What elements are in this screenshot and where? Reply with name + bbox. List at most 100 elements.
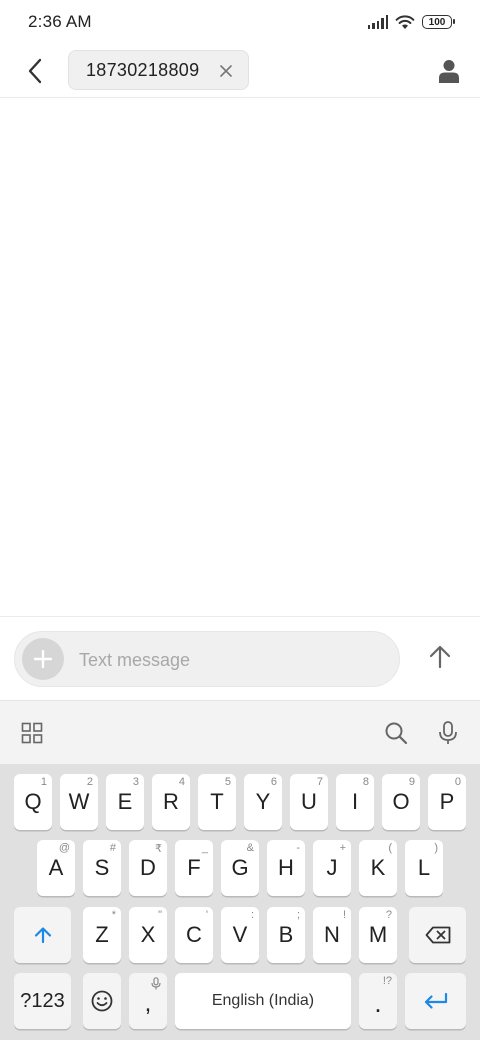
key-x[interactable]: " X [129, 907, 167, 963]
contacts-button[interactable] [432, 54, 466, 88]
key-d[interactable]: ₹ D [129, 840, 167, 896]
recipient-chip[interactable]: 18730218809 [68, 50, 249, 90]
key-e[interactable]: 3E [106, 774, 144, 830]
key-k[interactable]: (K [359, 840, 397, 896]
key-b[interactable]: ; B [267, 907, 305, 963]
key-hint: ? [385, 909, 392, 921]
compose-field [14, 631, 400, 687]
space-key[interactable]: English (India) [175, 973, 351, 1029]
key-f[interactable]: _ F [175, 840, 213, 896]
key-v[interactable]: :V [221, 907, 259, 963]
enter-key[interactable] [405, 973, 466, 1029]
battery-icon: 100 [422, 15, 455, 29]
key-label: G [231, 855, 249, 880]
emoji-icon [91, 990, 113, 1012]
key-z[interactable]: * Z [83, 907, 121, 963]
key-c[interactable]: ' C [175, 907, 213, 963]
keyboard-menu-button[interactable] [18, 719, 46, 747]
message-input[interactable] [79, 640, 379, 680]
key-label: L [417, 855, 431, 880]
microphone-icon [151, 977, 161, 990]
key-label: V [232, 922, 248, 947]
key-hint: # [109, 842, 116, 854]
key-g[interactable]: & G [221, 840, 259, 896]
backspace-key[interactable] [409, 907, 466, 963]
key-hint: 2 [86, 776, 93, 788]
send-button[interactable] [420, 637, 460, 677]
voice-input-button[interactable] [434, 719, 462, 747]
key-hint: * [111, 909, 116, 921]
key-label: X [140, 922, 156, 947]
period-key[interactable]: !? . [359, 973, 397, 1029]
key-s[interactable]: # S [83, 840, 121, 896]
comma-label: , [144, 990, 152, 1017]
key-label: B [278, 922, 294, 947]
key-hint: 0 [454, 776, 461, 788]
key-label: W [68, 789, 90, 814]
key-m[interactable]: ? M [359, 907, 397, 963]
period-label: . [374, 988, 382, 1018]
battery-level: 100 [428, 16, 446, 28]
back-arrow-icon [28, 58, 42, 84]
key-hint: ) [434, 842, 438, 854]
enter-icon [424, 992, 447, 1009]
key-u[interactable]: 7U [290, 774, 328, 830]
key-label: Z [95, 922, 109, 947]
key-t[interactable]: 5T [198, 774, 236, 830]
key-p[interactable]: 0P [428, 774, 466, 830]
key-j[interactable]: + J [313, 840, 351, 896]
recipient-number: 18730218809 [86, 59, 200, 80]
key-r[interactable]: 4R [152, 774, 190, 830]
key-hint: 6 [270, 776, 277, 788]
person-icon [439, 60, 459, 83]
key-hint: !? [382, 975, 392, 987]
space-label: English (India) [211, 992, 315, 1009]
status-bar: 2:36 AM 100 [0, 0, 480, 44]
key-hint: 8 [362, 776, 369, 788]
symbols-key[interactable]: ?123 [14, 973, 71, 1029]
shift-key[interactable] [14, 907, 71, 963]
emoji-key[interactable] [83, 973, 121, 1029]
key-hint: ₹ [155, 843, 162, 855]
close-icon [220, 65, 232, 77]
key-hint: 5 [224, 776, 231, 788]
key-label: K [370, 855, 386, 880]
wifi-icon [395, 15, 415, 29]
key-label: J [326, 855, 338, 880]
key-label: Y [255, 789, 271, 814]
comma-key[interactable]: , [129, 973, 167, 1029]
composer-bar [0, 616, 480, 700]
key-h[interactable]: -H [267, 840, 305, 896]
key-hint: & [246, 842, 254, 854]
key-l[interactable]: ) L [405, 840, 443, 896]
keyboard-search-button[interactable] [382, 719, 410, 747]
shift-arrow-icon [34, 927, 51, 944]
key-i[interactable]: 8I [336, 774, 374, 830]
key-label: O [392, 789, 410, 814]
plus-icon [34, 650, 52, 668]
status-time: 2:36 AM [28, 12, 92, 31]
key-label: A [48, 855, 64, 880]
attach-button[interactable] [22, 638, 64, 680]
key-q[interactable]: 1Q [14, 774, 52, 830]
key-n[interactable]: ! N [313, 907, 351, 963]
key-w[interactable]: 2W [60, 774, 98, 830]
key-hint: : [250, 909, 254, 921]
soft-keyboard: 1Q 2W 3E 4R 5T 6Y 7U 8I 9O 0P @ A # S ₹ D _… [0, 764, 480, 1040]
search-icon [385, 722, 408, 745]
conversation-header: 18730218809 [0, 44, 480, 98]
key-label: Q [24, 789, 42, 814]
back-button[interactable] [18, 54, 52, 88]
key-label: D [140, 855, 156, 880]
key-y[interactable]: 6Y [244, 774, 282, 830]
key-hint: ' [205, 909, 208, 921]
key-o[interactable]: 9O [382, 774, 420, 830]
symbols-label: ?123 [20, 989, 65, 1012]
key-a[interactable]: @ A [37, 840, 75, 896]
remove-recipient-button[interactable] [216, 61, 236, 81]
key-hint: + [339, 842, 346, 854]
message-list [0, 98, 480, 616]
key-hint: 1 [40, 776, 47, 788]
arrow-up-icon [429, 645, 451, 669]
key-hint: " [158, 909, 162, 921]
